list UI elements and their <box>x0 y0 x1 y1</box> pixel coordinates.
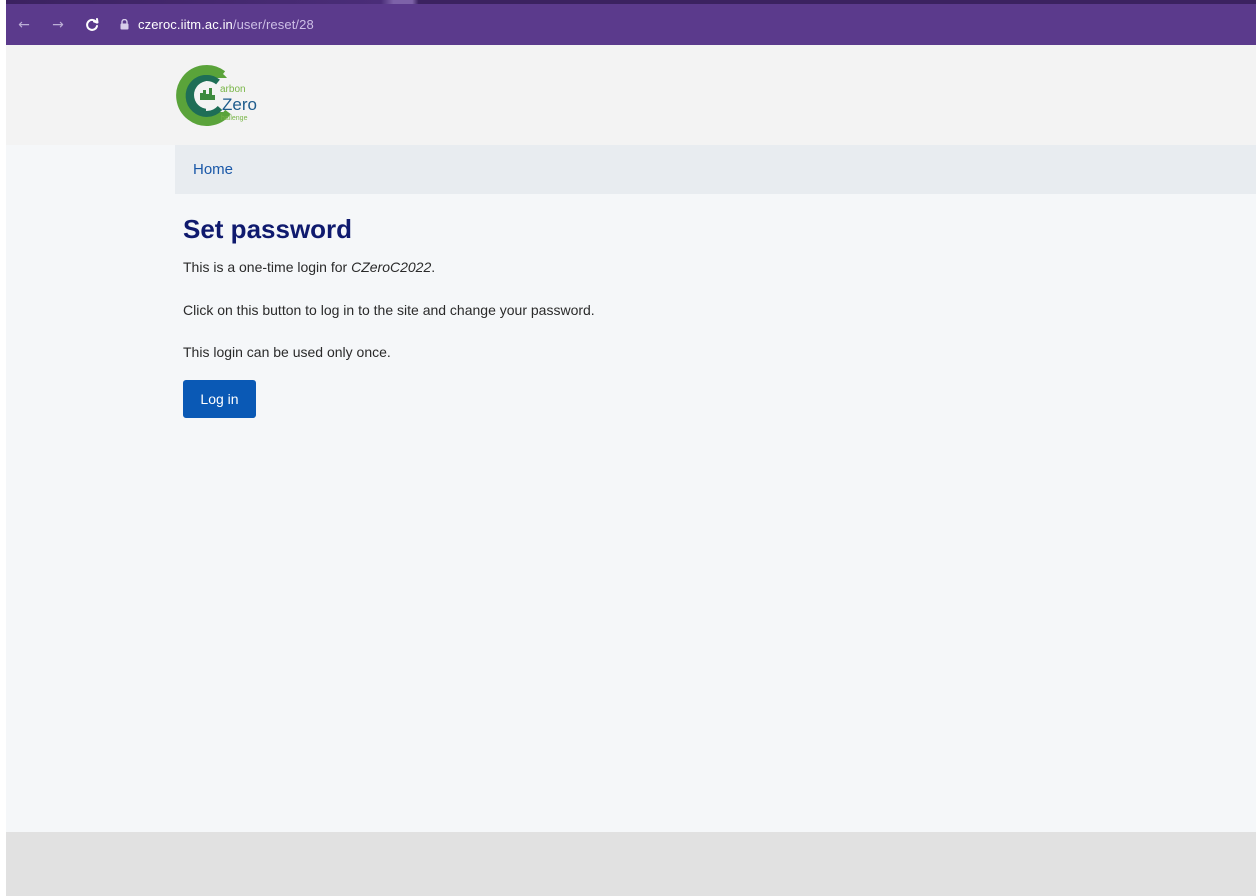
reload-icon[interactable] <box>82 15 102 35</box>
url-host: czeroc.iitm.ac.in <box>138 17 233 32</box>
tab-strip <box>6 0 1256 4</box>
lock-icon[interactable] <box>120 19 130 31</box>
logo-text-carbon: arbon <box>220 84 246 95</box>
breadcrumb-home-link[interactable]: Home <box>193 161 233 178</box>
url-path: /user/reset/28 <box>232 17 314 32</box>
site-footer <box>6 832 1256 896</box>
browser-toolbar: ← → czeroc.iitm.ac.in/user/reset/28 <box>6 0 1256 45</box>
reload-glyph <box>86 17 99 31</box>
intro-suffix: . <box>431 259 436 275</box>
single-use-note: This login can be used only once. <box>183 344 391 360</box>
intro-prefix: This is a one-time login for <box>183 259 352 275</box>
breadcrumb: Home <box>175 145 1256 194</box>
address-bar[interactable]: czeroc.iitm.ac.in/user/reset/28 <box>138 17 314 32</box>
log-in-button[interactable]: Log in <box>183 380 256 418</box>
forward-arrow-icon[interactable]: → <box>48 15 68 35</box>
browser-window: ← → czeroc.iitm.ac.in/user/reset/28 arbo… <box>6 0 1256 896</box>
username: CZeroC2022 <box>351 259 432 275</box>
back-arrow-icon[interactable]: ← <box>14 15 34 35</box>
logo-text-zero: Zero <box>222 95 257 114</box>
main-content: Set password This is a one-time login fo… <box>183 210 1183 418</box>
site-header: arbon Zero hallenge <box>6 45 1256 145</box>
logo-text-challenge: hallenge <box>221 115 248 122</box>
carbon-zero-challenge-logo[interactable]: arbon Zero hallenge <box>176 60 286 130</box>
instruction-text: Click on this button to log in to the si… <box>183 302 595 318</box>
page-title: Set password <box>183 214 353 244</box>
one-time-login-text: This is a one-time login for CZeroC2022. <box>183 258 435 276</box>
